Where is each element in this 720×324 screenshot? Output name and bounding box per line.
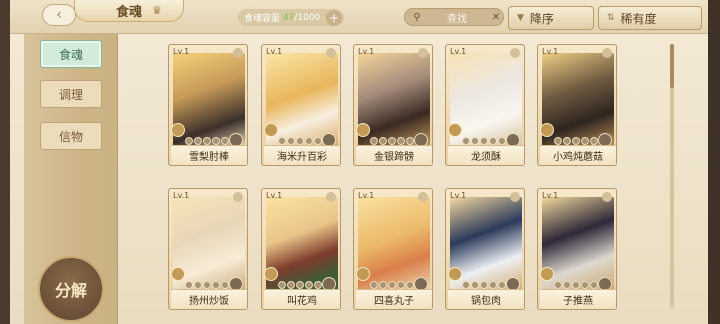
card-level: Lv.1: [450, 47, 467, 56]
corner-icon: [326, 192, 336, 202]
page-title-label: 食魂: [115, 5, 142, 20]
card-name: 子推燕: [563, 296, 593, 307]
role-icon: [171, 123, 185, 137]
tab-food-soul-label: 食魂: [58, 47, 83, 62]
corner-icon: [602, 48, 612, 58]
card-level: Lv.1: [542, 191, 559, 200]
card-name: 雪梨肘棒: [189, 152, 229, 163]
clear-icon[interactable]: ✕: [489, 12, 503, 23]
card-name: 叫花鸡: [287, 296, 317, 307]
corner-icon: [326, 48, 336, 58]
decompose-button[interactable]: 分解: [38, 256, 104, 322]
crown-icon: ♛: [152, 4, 162, 17]
page-title: 食魂: [74, 0, 184, 22]
search-icon: ⚲: [413, 11, 421, 23]
card-grid: Lv.1 雪梨肘棒 Lv.1 海米升百彩 Lv.1 金银蹄髈 Lv.1 龙须酥: [130, 34, 686, 324]
role-icon: [540, 123, 554, 137]
character-card[interactable]: Lv.1 叫花鸡: [261, 188, 341, 310]
sort-by-label: 稀有度: [620, 11, 657, 26]
card-level: Lv.1: [358, 47, 375, 56]
card-level: Lv.1: [358, 191, 375, 200]
card-name: 锅包肉: [471, 296, 501, 307]
character-card[interactable]: Lv.1 子推燕: [537, 188, 617, 310]
role-icon: [264, 267, 278, 281]
corner-icon: [510, 192, 520, 202]
tab-tokens[interactable]: 信物: [40, 122, 102, 150]
capacity-max: /1000: [294, 12, 321, 23]
role-icon: [356, 123, 370, 137]
character-card[interactable]: Lv.1 锅包肉: [445, 188, 525, 310]
card-level: Lv.1: [173, 191, 190, 200]
role-icon: [540, 267, 554, 281]
card-name: 小鸡炖蘑菇: [553, 152, 603, 163]
decompose-label: 分解: [54, 281, 87, 300]
tab-conditioning-label: 调理: [58, 87, 83, 102]
corner-icon: [510, 48, 520, 58]
search-box[interactable]: ⚲ 查找 ✕: [404, 8, 504, 26]
tab-conditioning[interactable]: 调理: [40, 80, 102, 108]
role-icon: [356, 267, 370, 281]
character-card[interactable]: Lv.1 雪梨肘棒: [168, 44, 248, 166]
scrollbar-thumb[interactable]: [670, 44, 674, 88]
sidebar: 食魂 调理 信物 分解: [24, 34, 118, 324]
capacity-current: 47: [282, 12, 295, 23]
card-level: Lv.1: [266, 47, 283, 56]
back-arrow-icon: ‹: [56, 7, 62, 23]
character-card[interactable]: Lv.1 金银蹄髈: [353, 44, 433, 166]
sort-order-label: 降序: [529, 11, 554, 26]
add-capacity-button[interactable]: +: [326, 10, 342, 26]
right-edge: [708, 0, 720, 324]
left-edge: [0, 0, 10, 324]
swap-icon: ⇅: [607, 13, 615, 23]
card-level: Lv.1: [173, 47, 190, 56]
tab-food-soul[interactable]: 食魂: [40, 40, 102, 68]
card-level: Lv.1: [266, 191, 283, 200]
card-name: 海米升百彩: [277, 152, 327, 163]
character-card[interactable]: Lv.1 龙须酥: [445, 44, 525, 166]
card-level: Lv.1: [450, 191, 467, 200]
tab-tokens-label: 信物: [58, 129, 83, 144]
character-card[interactable]: Lv.1 扬州炒饭: [168, 188, 248, 310]
character-card[interactable]: Lv.1 海米升百彩: [261, 44, 341, 166]
card-name: 龙须酥: [471, 152, 501, 163]
sort-order-button[interactable]: ▼ 降序: [508, 6, 594, 30]
role-icon: [448, 123, 462, 137]
role-icon: [448, 267, 462, 281]
card-name: 扬州炒饭: [189, 296, 229, 307]
back-button[interactable]: ‹: [42, 4, 76, 26]
corner-icon: [418, 192, 428, 202]
scrollbar[interactable]: [670, 44, 674, 308]
corner-icon: [602, 192, 612, 202]
card-name: 四喜丸子: [374, 296, 414, 307]
capacity-label: 食魂容量: [244, 14, 281, 24]
card-name: 金银蹄髈: [374, 152, 414, 163]
sort-icon: ▼: [517, 13, 524, 23]
character-card[interactable]: Lv.1 四喜丸子: [353, 188, 433, 310]
role-icon: [264, 123, 278, 137]
search-input[interactable]: 查找: [425, 10, 489, 25]
character-card[interactable]: Lv.1 小鸡炖蘑菇: [537, 44, 617, 166]
sort-by-button[interactable]: ⇅ 稀有度: [598, 6, 702, 30]
card-level: Lv.1: [542, 47, 559, 56]
corner-icon: [418, 48, 428, 58]
corner-icon: [233, 192, 243, 202]
corner-icon: [233, 48, 243, 58]
role-icon: [171, 267, 185, 281]
